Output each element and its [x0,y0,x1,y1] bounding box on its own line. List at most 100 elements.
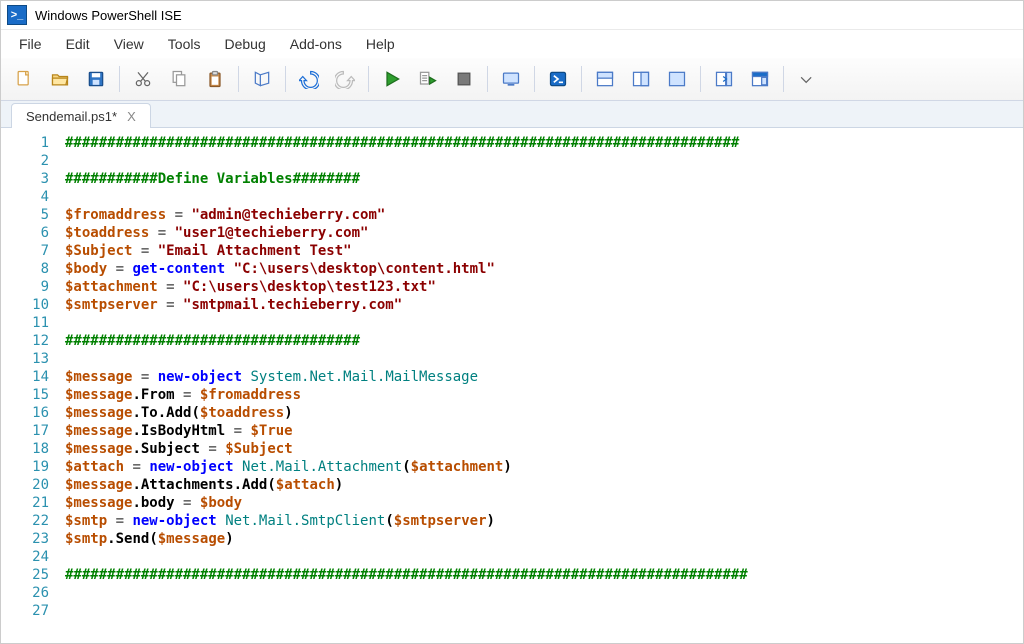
token-str: "C:\users\desktop\test123.txt" [183,279,436,295]
token-member: body [141,495,175,511]
code-line[interactable]: $attach = new-object Net.Mail.Attachment… [65,458,1023,476]
code-line[interactable]: ###########Define Variables######## [65,170,1023,188]
token-dot: . [132,441,140,457]
script-editor[interactable]: 1234567891011121314151617181920212223242… [1,128,1023,643]
code-line[interactable]: $Subject = "Email Attachment Test" [65,242,1023,260]
show-commands-addon-button[interactable] [743,62,777,96]
token-str: "user1@techieberry.com" [175,225,369,241]
code-line[interactable]: $message.From = $fromaddress [65,386,1023,404]
show-script-right-button[interactable] [624,62,658,96]
code-line[interactable]: $body = get-content "C:\users\desktop\co… [65,260,1023,278]
run-button[interactable] [375,62,409,96]
token-var: $fromaddress [200,387,301,403]
menu-debug[interactable]: Debug [212,32,277,56]
token-var: $toaddress [65,225,149,241]
title-bar: >_ Windows PowerShell ISE [1,1,1023,30]
code-line[interactable] [65,350,1023,368]
token-paren: ( [149,531,157,547]
line-number: 23 [1,530,49,548]
line-number: 8 [1,260,49,278]
show-script-right-icon [631,69,651,89]
show-script-top-button[interactable] [588,62,622,96]
line-number: 1 [1,134,49,152]
code-line[interactable]: $attachment = "C:\users\desktop\test123.… [65,278,1023,296]
open-file-button[interactable] [43,62,77,96]
token-dot: . [132,423,140,439]
file-tab[interactable]: Sendemail.ps1* X [11,103,151,128]
token-member: Subject [141,441,200,457]
code-line[interactable]: $smtp = new-object Net.Mail.SmtpClient($… [65,512,1023,530]
redo-icon [335,69,355,89]
token-paren: ) [225,531,233,547]
code-line[interactable]: ################################### [65,332,1023,350]
line-number: 14 [1,368,49,386]
code-line[interactable]: $message.To.Add($toaddress) [65,404,1023,422]
token-var: $smtp [65,513,107,529]
token-var: $message [65,495,132,511]
token-var: $Subject [225,441,292,457]
code-line[interactable] [65,314,1023,332]
cut-button[interactable] [126,62,160,96]
close-tab-icon[interactable]: X [125,109,138,124]
show-script-max-button[interactable] [660,62,694,96]
token-var: $message [65,477,132,493]
menu-help[interactable]: Help [354,32,407,56]
start-powershell-button[interactable] [541,62,575,96]
code-line[interactable] [65,152,1023,170]
code-line[interactable]: $fromaddress = "admin@techieberry.com" [65,206,1023,224]
code-line[interactable]: $smtp.Send($message) [65,530,1023,548]
token-paren: ( [267,477,275,493]
code-line[interactable]: $message.IsBodyHtml = $True [65,422,1023,440]
token-member: Add [242,477,267,493]
code-line[interactable]: $toaddress = "user1@techieberry.com" [65,224,1023,242]
code-line[interactable] [65,584,1023,602]
token-var: $smtpserver [65,297,158,313]
code-line[interactable]: $message.Subject = $Subject [65,440,1023,458]
line-number: 19 [1,458,49,476]
menu-file[interactable]: File [7,32,54,56]
new-file-button[interactable] [7,62,41,96]
code-line[interactable]: ########################################… [65,566,1023,584]
code-line[interactable]: ########################################… [65,134,1023,152]
token-op: = [149,225,174,241]
token-cmd: new-object [158,369,242,385]
show-commands-button[interactable] [707,62,741,96]
run-selection-button[interactable] [411,62,445,96]
undo-button[interactable] [292,62,326,96]
menu-tools[interactable]: Tools [156,32,213,56]
token-op [217,513,225,529]
token-op [225,261,233,277]
menu-addons[interactable]: Add-ons [278,32,354,56]
menu-edit[interactable]: Edit [54,32,102,56]
toolbar-options-button[interactable] [790,62,824,96]
code-area[interactable]: ################################### #####… [57,128,1023,643]
token-paren: ) [335,477,343,493]
new-remote-tab-button[interactable] [494,62,528,96]
paste-button[interactable] [198,62,232,96]
line-number: 22 [1,512,49,530]
toolbar-separator [581,66,582,92]
copy-button[interactable] [162,62,196,96]
code-line[interactable]: $smtpserver = "smtpmail.techieberry.com" [65,296,1023,314]
code-line[interactable]: $message = new-object System.Net.Mail.Ma… [65,368,1023,386]
line-number: 15 [1,386,49,404]
code-line[interactable] [65,548,1023,566]
stop-button[interactable] [447,62,481,96]
run-selection-icon [418,69,438,89]
code-line[interactable]: $message.Attachments.Add($attach) [65,476,1023,494]
token-type: Net.Mail.SmtpClient [225,513,385,529]
code-line[interactable] [65,602,1023,620]
code-line[interactable]: $message.body = $body [65,494,1023,512]
save-button[interactable] [79,62,113,96]
token-var: $Subject [65,243,132,259]
token-op [234,459,242,475]
clear-console-button[interactable] [245,62,279,96]
token-var: $attachment [411,459,504,475]
menu-view[interactable]: View [102,32,156,56]
line-number: 2 [1,152,49,170]
redo-button[interactable] [328,62,362,96]
code-line[interactable] [65,188,1023,206]
token-var: $body [65,261,107,277]
show-commands-addon-icon [750,69,770,89]
paste-icon [205,69,225,89]
